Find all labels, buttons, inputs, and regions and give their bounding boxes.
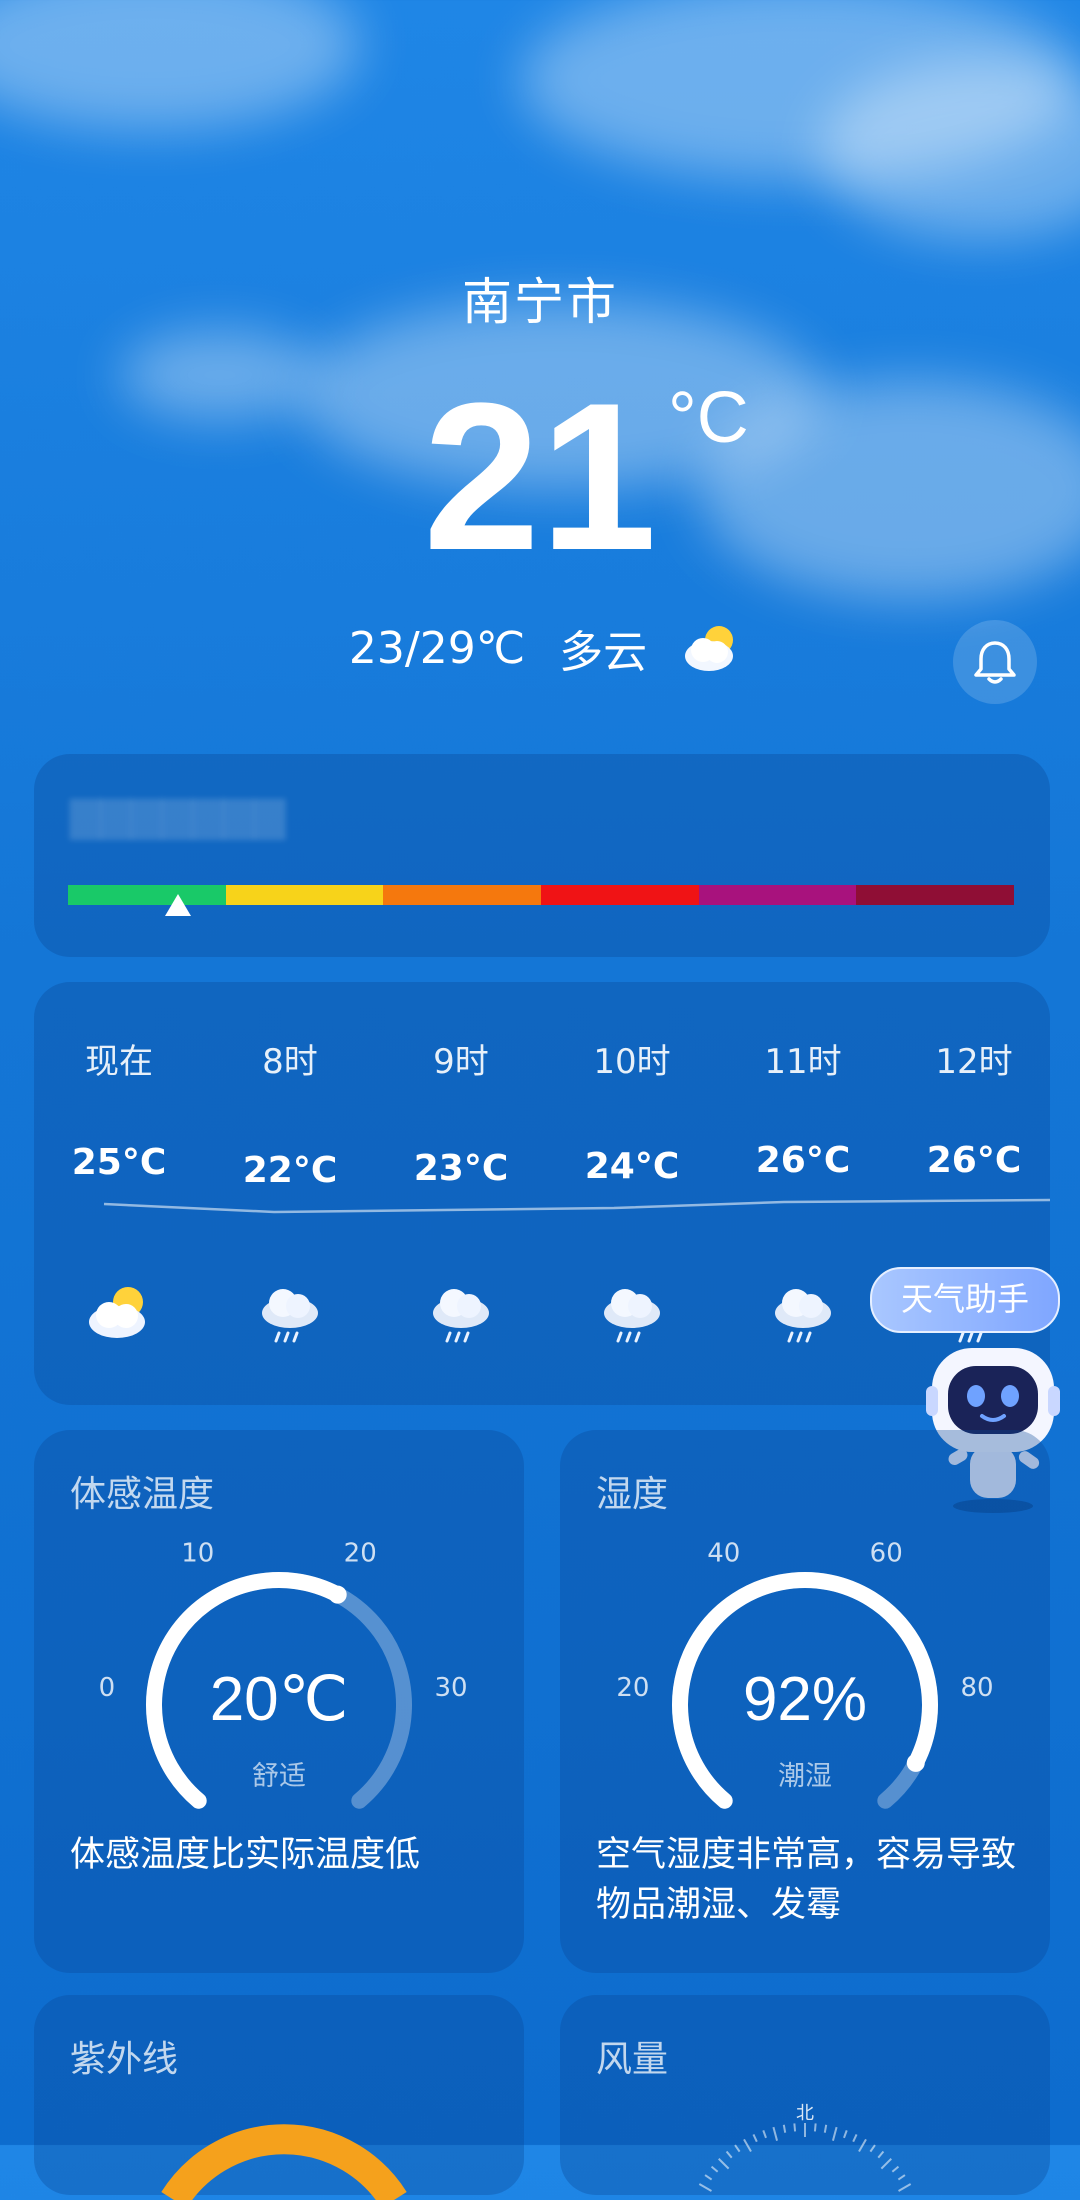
weather-condition: 多云 [559, 627, 648, 678]
compass-tick [734, 2144, 741, 2153]
uv-title: 紫外线 [70, 2039, 179, 2080]
feels-like-value: 20℃ [210, 1665, 349, 1734]
air-quality-scale-segment [225, 885, 384, 905]
compass-tick [752, 2134, 758, 2143]
humidity-value: 92% [743, 1665, 867, 1734]
uv-card[interactable]: 紫外线 [34, 1995, 524, 2200]
compass-tick [898, 2183, 912, 2192]
bell-icon [974, 641, 1016, 684]
compass-tick [793, 2123, 797, 2132]
compass-tick [762, 2130, 767, 2139]
compass-tick [831, 2126, 838, 2141]
weather-assistant-button[interactable]: 天气助手 [870, 1267, 1060, 1333]
rain-cloud-icon [386, 1272, 536, 1352]
air-quality-scale-segment [856, 885, 1015, 905]
humidity-description: 空气湿度非常高，容易导致 物品潮湿、发霉 [596, 1830, 1026, 1930]
compass-north-label: 北 [796, 2103, 814, 2124]
hourly-temperature: 24°C [584, 1146, 680, 1187]
compass-tick [710, 2165, 719, 2173]
air-quality-card[interactable]: ▇▇▇▇▇▇▇ [34, 754, 1050, 957]
compass-icon: 北 [698, 2103, 912, 2192]
hourly-temperature: 26°C [926, 1140, 1022, 1181]
partly-cloudy-icon [685, 626, 734, 671]
rain-cloud-icon [557, 1272, 707, 1352]
wind-title: 风量 [596, 2039, 669, 2080]
gauge-tick-label: 20 [344, 1538, 377, 1568]
uv-gauge-partial [161, 2124, 407, 2200]
city-name[interactable]: 南宁市 [0, 262, 1080, 334]
compass-tick [704, 2174, 713, 2181]
hourly-time-label: 11时 [764, 1042, 842, 1082]
air-quality-title-blurred: ▇▇▇▇▇▇▇ [70, 794, 286, 840]
gauge-tick-label: 30 [435, 1673, 468, 1703]
hourly-time-label: 8时 [262, 1042, 318, 1082]
gauge-tick-label: 40 [707, 1538, 740, 1568]
feels-like-gauge: 20℃ 舒适 -10010203040 [99, 1538, 468, 1809]
gauge-tick-label: 0 [99, 1673, 116, 1703]
hourly-temperature: 25°C [71, 1142, 167, 1183]
partly-cloudy-icon [44, 1272, 194, 1352]
air-quality-scale-segment [541, 885, 699, 905]
rain-cloud-icon [728, 1272, 878, 1352]
air-quality-scale-segment [698, 885, 857, 905]
hourly-time-label: 9时 [433, 1042, 489, 1082]
compass-tick [772, 2126, 779, 2141]
humidity-card[interactable]: 湿度 92% 潮湿 020406080100 空气湿度非常高，容易导致 物品潮湿… [560, 1430, 1050, 1973]
air-quality-scale-segment [68, 885, 226, 905]
temperature-unit: °C [668, 378, 749, 458]
air-quality-scale-segment [383, 885, 542, 905]
current-temperature: 21 °C [0, 372, 1080, 582]
hourly-temperature: 22°C [242, 1150, 338, 1191]
compass-tick [718, 2158, 730, 2170]
hourly-forecast-card[interactable]: 现在 25°C 8时 22°C 9时 23°C 10时 24°C 11时 26°C 12时 26°C [34, 982, 1050, 1405]
hourly-time-label: 现在 [85, 1042, 153, 1082]
gauge-tick-label: 20 [616, 1673, 649, 1703]
feels-like-status: 舒适 [252, 1761, 306, 1792]
humidity-description-line: 物品潮湿、发霉 [596, 1885, 842, 1925]
compass-tick [869, 2144, 876, 2153]
humidity-title: 湿度 [596, 1474, 669, 1515]
hourly-temperature: 26°C [755, 1140, 851, 1181]
temperature-value: 21 [423, 359, 657, 594]
temperature-range: 23/29℃ [348, 622, 526, 674]
air-quality-marker [165, 894, 191, 916]
hourly-time-label: 10时 [593, 1042, 671, 1082]
compass-tick [897, 2174, 906, 2181]
gauge-tick-label: 10 [181, 1538, 214, 1568]
air-quality-scale-bar [68, 885, 1015, 905]
wind-card[interactable]: 风量 北 [560, 1995, 1050, 2195]
feels-like-card[interactable]: 体感温度 20℃ 舒适 -10010203040 体感温度比实际温度低 [34, 1430, 524, 1973]
compass-tick [813, 2123, 817, 2132]
feels-like-description: 体感温度比实际温度低 [70, 1835, 421, 1875]
compass-tick [782, 2124, 787, 2133]
compass-tick [877, 2150, 885, 2159]
today-summary: 23/29℃ 多云 [0, 616, 1080, 680]
notification-bell-button[interactable] [953, 620, 1037, 704]
gauge-tick-label: 80 [961, 1673, 994, 1703]
feels-like-title: 体感温度 [70, 1474, 215, 1515]
humidity-description-line: 空气湿度非常高，容易导致 [596, 1835, 1017, 1875]
humidity-gauge: 92% 潮湿 020406080100 [616, 1538, 994, 1809]
compass-tick [698, 2183, 712, 2192]
compass-tick [858, 2138, 867, 2152]
compass-tick [843, 2130, 848, 2139]
compass-tick [852, 2134, 858, 2143]
rain-cloud-icon [215, 1272, 365, 1352]
compass-tick [823, 2124, 828, 2133]
compass-tick [743, 2138, 752, 2152]
humidity-status: 潮湿 [778, 1761, 832, 1792]
hourly-temperature: 23°C [413, 1148, 509, 1189]
hourly-time-label: 12时 [935, 1042, 1013, 1082]
gauge-tick-label: 60 [870, 1538, 903, 1568]
compass-tick [891, 2165, 900, 2173]
compass-tick [880, 2158, 892, 2170]
compass-tick [725, 2150, 733, 2159]
